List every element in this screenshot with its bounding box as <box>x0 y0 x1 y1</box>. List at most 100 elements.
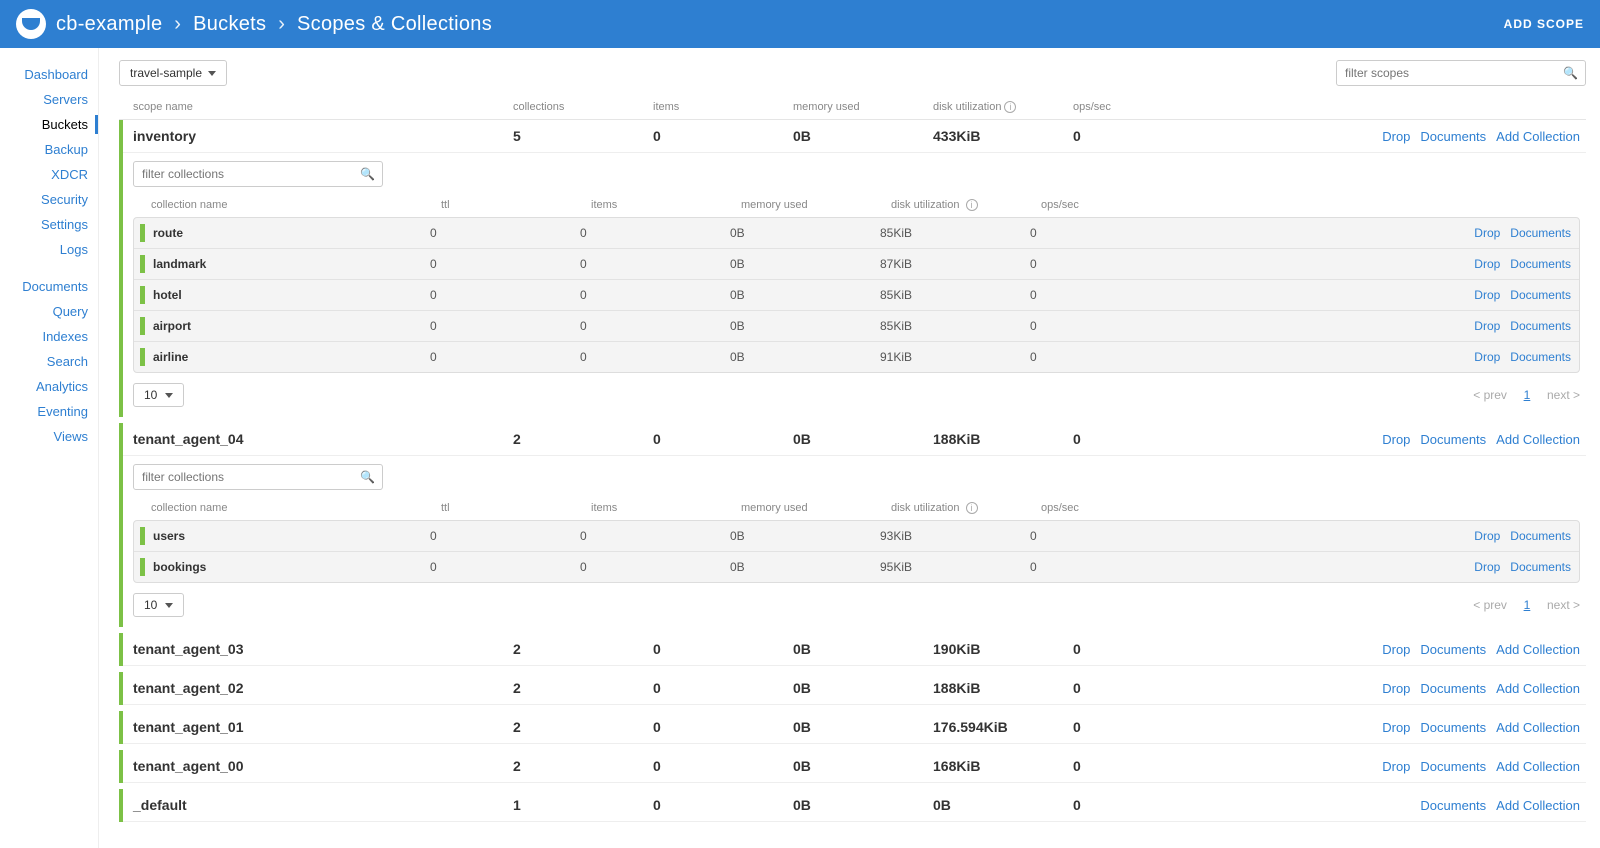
collection-row[interactable]: airport000B85KiB0DropDocuments <box>134 311 1579 342</box>
collection-items: 0 <box>580 288 730 302</box>
scope-row[interactable]: tenant_agent_02200B188KiB0DropDocumentsA… <box>123 672 1586 705</box>
collection-ttl: 0 <box>430 350 580 364</box>
scope-drop-button[interactable]: Drop <box>1382 720 1410 735</box>
scope-documents-button[interactable]: Documents <box>1420 720 1486 735</box>
breadcrumb-buckets[interactable]: Buckets <box>193 13 266 35</box>
scope-row[interactable]: tenant_agent_01200B176.594KiB0DropDocume… <box>123 711 1586 744</box>
col-collection-name: collection name <box>151 502 441 514</box>
scope-row[interactable]: tenant_agent_03200B190KiB0DropDocumentsA… <box>123 633 1586 666</box>
collection-row[interactable]: hotel000B85KiB0DropDocuments <box>134 280 1579 311</box>
scope-documents-button[interactable]: Documents <box>1420 681 1486 696</box>
collection-drop-button[interactable]: Drop <box>1474 560 1500 574</box>
collection-documents-button[interactable]: Documents <box>1510 529 1571 543</box>
scope-drop-button[interactable]: Drop <box>1382 759 1410 774</box>
collection-drop-button[interactable]: Drop <box>1474 288 1500 302</box>
sidebar-item-dashboard[interactable]: Dashboard <box>0 62 98 87</box>
scope-row[interactable]: inventory500B433KiB0DropDocumentsAdd Col… <box>123 120 1586 153</box>
scope-documents-button[interactable]: Documents <box>1420 129 1486 144</box>
collection-documents-button[interactable]: Documents <box>1510 350 1571 364</box>
scope-documents-button[interactable]: Documents <box>1420 759 1486 774</box>
info-icon[interactable]: i <box>966 502 978 514</box>
scope-add-collection-button[interactable]: Add Collection <box>1496 642 1580 657</box>
info-icon[interactable]: i <box>1004 101 1016 113</box>
collection-documents-button[interactable]: Documents <box>1510 560 1571 574</box>
collection-documents-button[interactable]: Documents <box>1510 319 1571 333</box>
collection-disk: 85KiB <box>880 226 1030 240</box>
sidebar-item-servers[interactable]: Servers <box>0 87 98 112</box>
sidebar-item-backup[interactable]: Backup <box>0 137 98 162</box>
topbar: cb-example › Buckets › Scopes & Collecti… <box>0 0 1600 48</box>
scope-row[interactable]: tenant_agent_00200B168KiB0DropDocumentsA… <box>123 750 1586 783</box>
sidebar-item-views[interactable]: Views <box>0 424 98 449</box>
add-scope-button[interactable]: ADD SCOPE <box>1504 17 1584 31</box>
next-page-button[interactable]: next > <box>1547 388 1580 402</box>
scope-collections: 2 <box>513 758 653 774</box>
page-size-select[interactable]: 10 <box>133 593 184 617</box>
sidebar-item-indexes[interactable]: Indexes <box>0 324 98 349</box>
scope-add-collection-button[interactable]: Add Collection <box>1496 720 1580 735</box>
collection-documents-button[interactable]: Documents <box>1510 226 1571 240</box>
sidebar-item-analytics[interactable]: Analytics <box>0 374 98 399</box>
scope-add-collection-button[interactable]: Add Collection <box>1496 681 1580 696</box>
scope-collections: 1 <box>513 797 653 813</box>
page-1-button[interactable]: 1 <box>1524 388 1531 402</box>
prev-page-button[interactable]: < prev <box>1473 598 1507 612</box>
collection-documents-button[interactable]: Documents <box>1510 257 1571 271</box>
sidebar-item-buckets[interactable]: Buckets <box>0 112 98 137</box>
breadcrumb-cluster[interactable]: cb-example <box>56 13 162 35</box>
collection-drop-button[interactable]: Drop <box>1474 257 1500 271</box>
collection-drop-button[interactable]: Drop <box>1474 226 1500 240</box>
collections-table: route000B85KiB0DropDocumentslandmark000B… <box>133 217 1580 373</box>
filter-collections-input[interactable] <box>133 161 383 187</box>
collection-row[interactable]: users000B93KiB0DropDocuments <box>134 521 1579 552</box>
sidebar-item-eventing[interactable]: Eventing <box>0 399 98 424</box>
collection-ops: 0 <box>1030 226 1165 240</box>
scope-add-collection-button[interactable]: Add Collection <box>1496 129 1580 144</box>
collection-row[interactable]: route000B85KiB0DropDocuments <box>134 218 1579 249</box>
scope-drop-button[interactable]: Drop <box>1382 642 1410 657</box>
collection-drop-button[interactable]: Drop <box>1474 350 1500 364</box>
collection-row[interactable]: bookings000B95KiB0DropDocuments <box>134 552 1579 582</box>
pager: < prev 1 next > <box>1463 598 1580 612</box>
collection-documents-button[interactable]: Documents <box>1510 288 1571 302</box>
breadcrumb: cb-example › Buckets › Scopes & Collecti… <box>56 13 492 36</box>
scope-documents-button[interactable]: Documents <box>1420 642 1486 657</box>
status-marker <box>140 317 145 335</box>
sidebar-item-query[interactable]: Query <box>0 299 98 324</box>
page-size-select[interactable]: 10 <box>133 383 184 407</box>
sidebar-item-security[interactable]: Security <box>0 187 98 212</box>
scope-drop-button[interactable]: Drop <box>1382 129 1410 144</box>
scope-row[interactable]: tenant_agent_04200B188KiB0DropDocumentsA… <box>123 423 1586 456</box>
collection-drop-button[interactable]: Drop <box>1474 529 1500 543</box>
scope-documents-button[interactable]: Documents <box>1420 432 1486 447</box>
filter-scopes-input[interactable] <box>1336 60 1586 86</box>
col-ops: ops/sec <box>1073 101 1213 113</box>
scope-drop-button[interactable]: Drop <box>1382 681 1410 696</box>
collection-headers: collection namettlitemsmemory useddisk u… <box>133 496 1580 520</box>
scope-documents-button[interactable]: Documents <box>1420 798 1486 813</box>
scope-drop-button[interactable]: Drop <box>1382 432 1410 447</box>
next-page-button[interactable]: next > <box>1547 598 1580 612</box>
collection-row[interactable]: airline000B91KiB0DropDocuments <box>134 342 1579 372</box>
scope-add-collection-button[interactable]: Add Collection <box>1496 798 1580 813</box>
scope-row[interactable]: _default100B0B0DocumentsAdd Collection <box>123 789 1586 822</box>
sidebar-item-search[interactable]: Search <box>0 349 98 374</box>
col-items: items <box>591 199 741 211</box>
prev-page-button[interactable]: < prev <box>1473 388 1507 402</box>
filter-collections-input[interactable] <box>133 464 383 490</box>
col-memory: memory used <box>793 101 933 113</box>
info-icon[interactable]: i <box>966 199 978 211</box>
page-1-button[interactable]: 1 <box>1524 598 1531 612</box>
bucket-select[interactable]: travel-sample <box>119 60 227 86</box>
chevron-down-icon <box>165 393 173 398</box>
sidebar-item-documents[interactable]: Documents <box>0 274 98 299</box>
scope-add-collection-button[interactable]: Add Collection <box>1496 432 1580 447</box>
sidebar-item-xdcr[interactable]: XDCR <box>0 162 98 187</box>
collection-row[interactable]: landmark000B87KiB0DropDocuments <box>134 249 1579 280</box>
col-scope-name: scope name <box>133 101 513 113</box>
collection-drop-button[interactable]: Drop <box>1474 319 1500 333</box>
sidebar-item-settings[interactable]: Settings <box>0 212 98 237</box>
sidebar-item-logs[interactable]: Logs <box>0 237 98 262</box>
scope-add-collection-button[interactable]: Add Collection <box>1496 759 1580 774</box>
collections-table: users000B93KiB0DropDocumentsbookings000B… <box>133 520 1580 583</box>
